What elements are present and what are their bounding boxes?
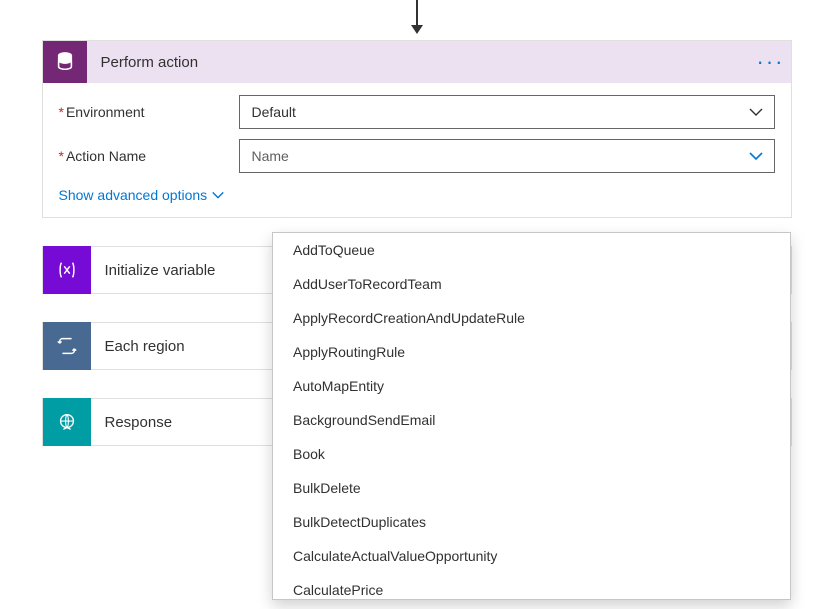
perform-action-card: Perform action ··· *Environment Default … xyxy=(42,40,792,218)
environment-label: *Environment xyxy=(59,104,239,120)
dropdown-item[interactable]: AddToQueue xyxy=(273,233,790,267)
dropdown-item[interactable]: BackgroundSendEmail xyxy=(273,403,790,437)
action-name-select[interactable]: Name xyxy=(239,139,775,173)
variable-icon xyxy=(43,246,91,294)
perform-action-header[interactable]: Perform action ··· xyxy=(43,41,791,83)
chevron-down-icon xyxy=(748,148,764,164)
environment-value: Default xyxy=(252,104,296,120)
action-name-dropdown[interactable]: AddToQueueAddUserToRecordTeamApplyRecord… xyxy=(272,232,791,600)
dropdown-item[interactable]: CalculateActualValueOpportunity xyxy=(273,539,790,573)
dropdown-item[interactable]: BulkDelete xyxy=(273,471,790,505)
dropdown-item[interactable]: BulkDetectDuplicates xyxy=(273,505,790,539)
loop-icon xyxy=(43,322,91,370)
action-name-placeholder: Name xyxy=(252,148,289,164)
advanced-options-label: Show advanced options xyxy=(59,187,208,203)
more-button[interactable]: ··· xyxy=(751,41,791,83)
action-name-label: *Action Name xyxy=(59,148,239,164)
perform-action-body: *Environment Default *Action Name Name xyxy=(43,83,791,217)
chevron-down-icon xyxy=(748,104,764,120)
database-icon xyxy=(43,41,87,83)
chevron-down-icon xyxy=(211,188,225,202)
dropdown-item[interactable]: ApplyRoutingRule xyxy=(273,335,790,369)
dropdown-item[interactable]: AddUserToRecordTeam xyxy=(273,267,790,301)
globe-icon xyxy=(43,398,91,446)
dropdown-item[interactable]: CalculatePrice xyxy=(273,573,790,600)
environment-select[interactable]: Default xyxy=(239,95,775,129)
dropdown-item[interactable]: AutoMapEntity xyxy=(273,369,790,403)
dropdown-item[interactable]: ApplyRecordCreationAndUpdateRule xyxy=(273,301,790,335)
advanced-options-link[interactable]: Show advanced options xyxy=(59,187,226,203)
arrow-down-icon xyxy=(416,0,418,32)
dropdown-item[interactable]: Book xyxy=(273,437,790,471)
perform-action-title: Perform action xyxy=(87,54,751,71)
